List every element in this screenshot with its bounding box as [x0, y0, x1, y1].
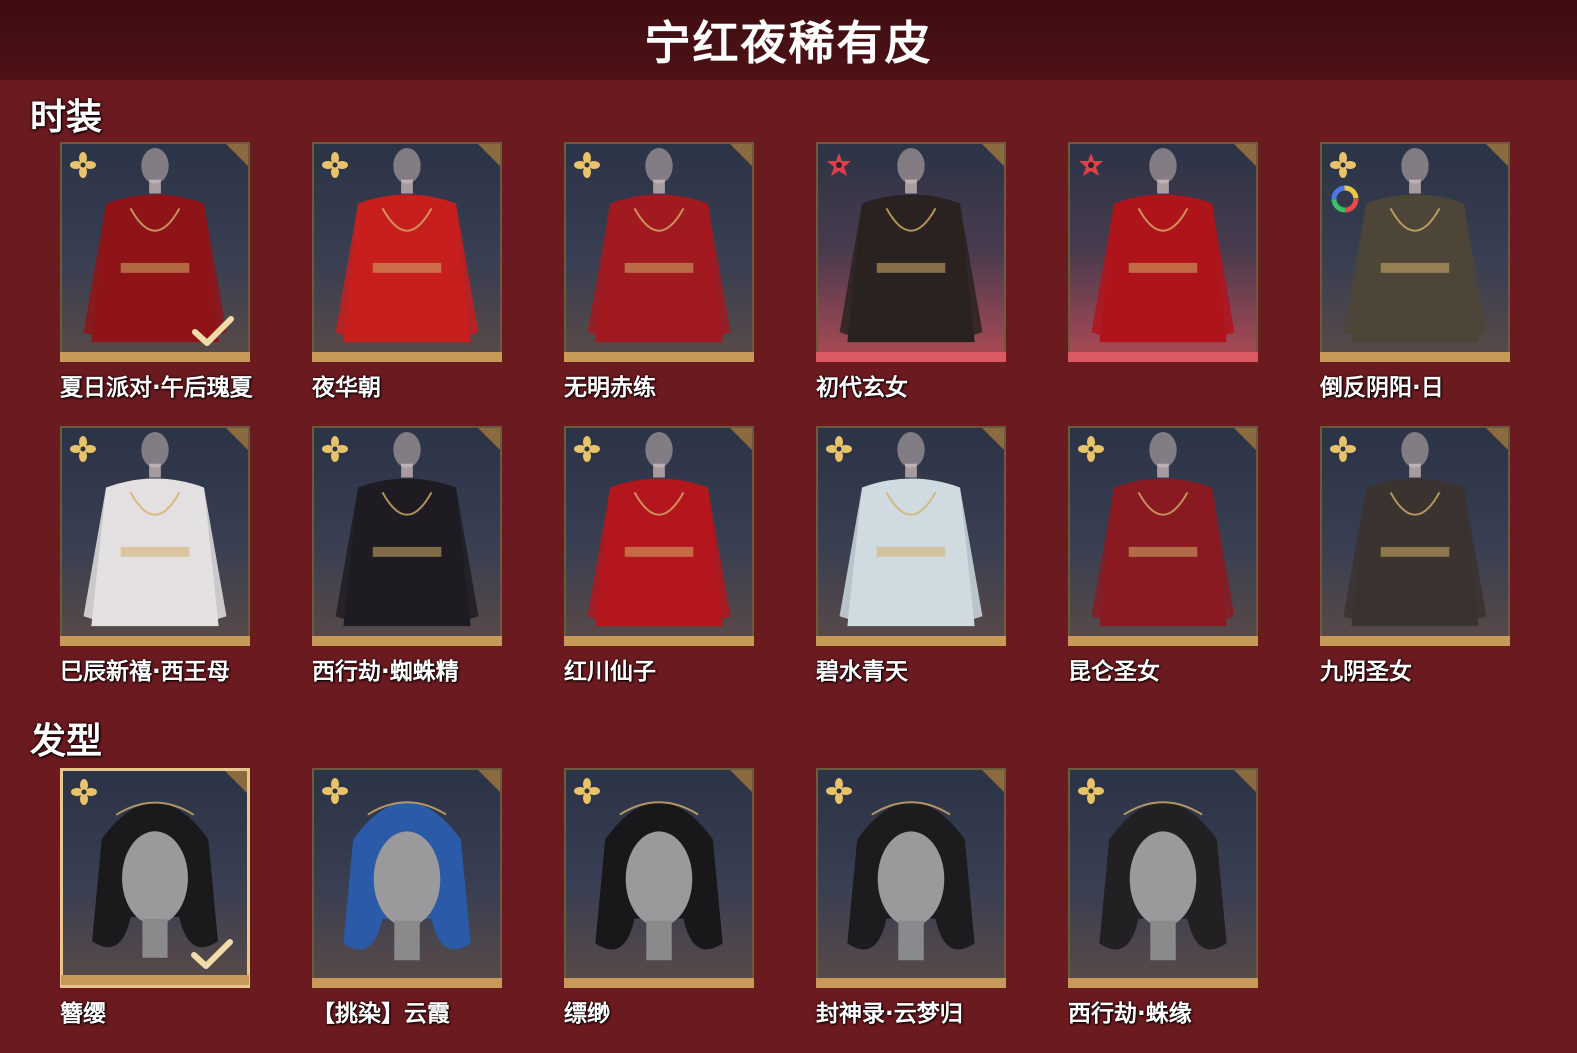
corner-ornament-icon: [1234, 144, 1256, 166]
corner-ornament-icon: [982, 428, 1004, 450]
owned-checkmark-icon: [192, 316, 234, 346]
gold-rarity-flower-icon: [1330, 436, 1356, 462]
gold-rarity-flower-icon: [322, 436, 348, 462]
outfit-card[interactable]: [60, 426, 250, 646]
corner-ornament-icon: [1234, 770, 1256, 792]
red-rarity-star-icon: [826, 152, 852, 178]
outfit-name: 夏日派对·午后瑰夏: [60, 375, 253, 401]
gold-rarity-flower-icon: [1078, 778, 1104, 804]
rarity-stripe: [564, 636, 754, 646]
gold-rarity-flower-icon: [322, 152, 348, 178]
gold-rarity-flower-icon: [826, 778, 852, 804]
outfit-card[interactable]: [60, 142, 250, 362]
hairstyle-name: 缥缈: [564, 1001, 610, 1027]
rarity-stripe: [816, 636, 1006, 646]
outfit-card[interactable]: [816, 426, 1006, 646]
rarity-stripe: [60, 636, 250, 646]
corner-ornament-icon: [730, 428, 752, 450]
corner-ornament-icon: [1486, 428, 1508, 450]
corner-ornament-icon: [225, 771, 247, 793]
outfit-name: 倒反阴阳·日: [1320, 375, 1444, 401]
outfit-name: 巳辰新禧·西王母: [60, 659, 230, 685]
hairstyle-name: 封神录·云梦归: [816, 1001, 963, 1027]
gold-rarity-flower-icon: [71, 779, 97, 805]
hairstyle-card[interactable]: [1068, 768, 1258, 988]
rarity-stripe: [1068, 636, 1258, 646]
rarity-stripe: [816, 978, 1006, 988]
gold-rarity-flower-icon: [322, 778, 348, 804]
section-label-hairstyles: 发型: [30, 721, 103, 762]
outfit-name: 无明赤练: [564, 375, 656, 401]
section-label-outfits: 时装: [30, 97, 103, 138]
rarity-stripe: [816, 352, 1006, 362]
outfit-name: 夜华朝: [312, 375, 381, 401]
outfit-name: 初代玄女: [816, 375, 908, 401]
color-variant-ring-icon: [1330, 184, 1360, 214]
corner-ornament-icon: [226, 428, 248, 450]
corner-ornament-icon: [478, 770, 500, 792]
hairstyle-card[interactable]: [60, 768, 250, 988]
corner-ornament-icon: [226, 144, 248, 166]
rarity-stripe: [1068, 978, 1258, 988]
rarity-stripe: [1320, 352, 1510, 362]
outfit-card[interactable]: [312, 426, 502, 646]
rarity-stripe: [312, 352, 502, 362]
gold-rarity-flower-icon: [574, 778, 600, 804]
rarity-stripe: [564, 978, 754, 988]
hairstyle-card[interactable]: [816, 768, 1006, 988]
outfit-name: 西行劫·蜘蛛精: [312, 659, 459, 685]
corner-ornament-icon: [982, 770, 1004, 792]
hairstyle-card[interactable]: [312, 768, 502, 988]
corner-ornament-icon: [730, 770, 752, 792]
rarity-stripe: [564, 352, 754, 362]
hairstyle-card[interactable]: [564, 768, 754, 988]
corner-ornament-icon: [478, 144, 500, 166]
gold-rarity-flower-icon: [574, 436, 600, 462]
corner-ornament-icon: [478, 428, 500, 450]
outfit-card[interactable]: [816, 142, 1006, 362]
gold-rarity-flower-icon: [70, 436, 96, 462]
gold-rarity-flower-icon: [574, 152, 600, 178]
corner-ornament-icon: [1486, 144, 1508, 166]
title-bar: 宁红夜稀有皮: [0, 0, 1577, 80]
outfit-name: 碧水青天: [816, 659, 908, 685]
corner-ornament-icon: [1234, 428, 1256, 450]
owned-checkmark-icon: [191, 939, 233, 969]
rarity-stripe: [1068, 352, 1258, 362]
rarity-stripe: [312, 978, 502, 988]
gold-rarity-flower-icon: [826, 436, 852, 462]
outfit-name: 九阴圣女: [1320, 659, 1412, 685]
page-title: 宁红夜稀有皮: [644, 16, 933, 70]
outfit-name: 昆仑圣女: [1068, 659, 1160, 685]
outfit-card[interactable]: [312, 142, 502, 362]
gold-rarity-flower-icon: [1078, 436, 1104, 462]
rarity-stripe: [60, 352, 250, 362]
gold-rarity-flower-icon: [1330, 152, 1356, 178]
outfit-card[interactable]: [564, 142, 754, 362]
outfit-card[interactable]: [1320, 426, 1510, 646]
outfit-card[interactable]: [1068, 426, 1258, 646]
hairstyle-name: 西行劫·蛛缘: [1068, 1001, 1192, 1027]
red-rarity-star-icon: [1078, 152, 1104, 178]
hairstyle-name: 簪缨: [60, 1001, 106, 1027]
corner-ornament-icon: [730, 144, 752, 166]
outfit-name: 红川仙子: [564, 659, 656, 685]
rarity-stripe: [312, 636, 502, 646]
outfit-card[interactable]: [564, 426, 754, 646]
rarity-stripe: [61, 975, 249, 985]
rarity-stripe: [1320, 636, 1510, 646]
outfit-card[interactable]: [1320, 142, 1510, 362]
outfit-card[interactable]: [1068, 142, 1258, 362]
corner-ornament-icon: [982, 144, 1004, 166]
hairstyle-name: 【挑染】云霞: [312, 1001, 450, 1027]
gold-rarity-flower-icon: [70, 152, 96, 178]
